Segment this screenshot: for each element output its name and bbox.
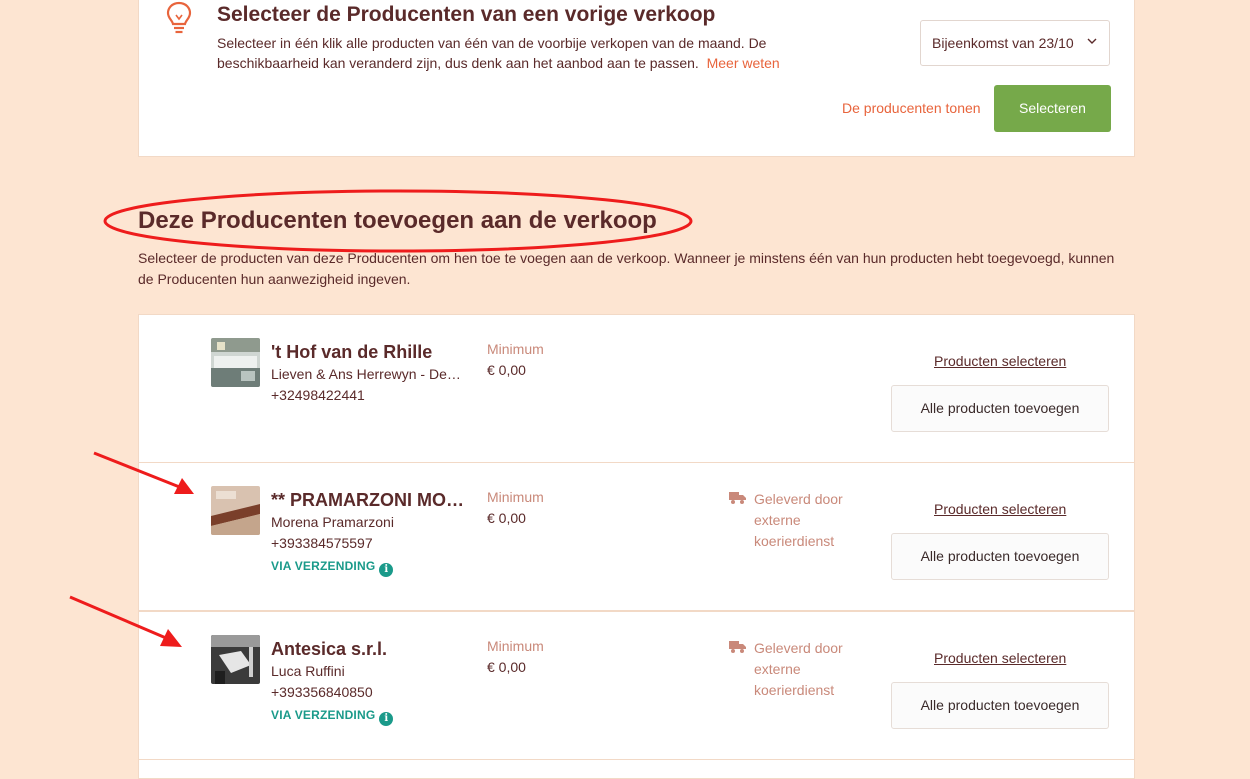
producer-contact: Morena Pramarzoni — [271, 514, 394, 530]
select-button[interactable]: Selecteren — [994, 85, 1111, 132]
producer-phone: +393384575597 — [271, 535, 373, 551]
truck-icon — [729, 492, 746, 504]
shipping-badge: VIA VERZENDING i — [271, 708, 394, 726]
previous-sale-title: Selecteer de Producenten van een vorige … — [217, 3, 716, 26]
previous-sale-description: Selecteer in één klik alle producten van… — [217, 33, 807, 73]
chevron-down-icon — [1087, 38, 1097, 44]
select-products-link[interactable]: Producten selecteren — [934, 501, 1066, 517]
previous-sale-select[interactable]: Bijeenkomst van 23/10 — [920, 20, 1110, 66]
delivery-note: Geleverd door externe koerierdienst — [754, 491, 843, 549]
minimum-label: Minimum — [487, 489, 544, 505]
info-icon[interactable]: i — [379, 563, 394, 577]
producer-contact: Lieven & Ans Herrewyn - De Rhille — [271, 366, 463, 382]
previous-sale-description-text: Selecteer in één klik alle producten van… — [217, 35, 767, 71]
previous-sale-select-value: Bijeenkomst van 23/10 — [932, 35, 1074, 51]
producer-phone: +393356840850 — [271, 684, 373, 700]
delivery-note: Geleverd door externe koerierdienst — [754, 640, 843, 698]
producer-name: ** PRAMARZONI MONTAGNE — [271, 490, 466, 510]
lightbulb-icon — [166, 1, 192, 34]
minimum-value: € 0,00 — [487, 659, 526, 675]
add-all-products-button[interactable]: Alle producten toevoegen — [891, 682, 1109, 729]
producer-phone: +32498422441 — [271, 387, 365, 403]
producer-contact: Luca Ruffini — [271, 663, 345, 679]
producer-row: ** PRAMARZONI MONTAGNE Morena Pramarzoni… — [138, 462, 1135, 611]
minimum-value: € 0,00 — [487, 362, 526, 378]
producer-photo — [211, 486, 260, 535]
producer-photo — [211, 635, 260, 684]
section-title: Deze Producenten toevoegen aan de verkoo… — [138, 207, 657, 234]
producer-row: 't Hof van de Rhille Lieven & Ans Herrew… — [138, 314, 1135, 463]
minimum-value: € 0,00 — [487, 510, 526, 526]
producer-photo — [211, 338, 260, 387]
add-all-products-button[interactable]: Alle producten toevoegen — [891, 385, 1109, 432]
select-products-link[interactable]: Producten selecteren — [934, 353, 1066, 369]
truck-icon — [729, 641, 746, 653]
minimum-label: Minimum — [487, 638, 544, 654]
select-products-link[interactable]: Producten selecteren — [934, 650, 1066, 666]
producer-row: Antesica s.r.l. Luca Ruffini +3933568408… — [138, 611, 1135, 760]
minimum-label: Minimum — [487, 341, 544, 357]
previous-sale-card: Selecteer de Producenten van een vorige … — [138, 0, 1135, 157]
info-icon[interactable]: i — [379, 712, 394, 726]
shipping-badge-label: VIA VERZENDING — [271, 559, 376, 573]
section-description: Selecteer de producten van deze Producen… — [138, 250, 1115, 287]
producer-name: Antesica s.r.l. — [271, 639, 388, 659]
show-producers-link[interactable]: De producenten tonen — [842, 100, 981, 116]
shipping-badge: VIA VERZENDING i — [271, 559, 394, 577]
shipping-badge-label: VIA VERZENDING — [271, 708, 376, 722]
learn-more-link[interactable]: Meer weten — [707, 55, 780, 71]
add-all-products-button[interactable]: Alle producten toevoegen — [891, 533, 1109, 580]
producer-row-partial — [138, 759, 1135, 779]
producer-name: 't Hof van de Rhille — [271, 342, 433, 362]
